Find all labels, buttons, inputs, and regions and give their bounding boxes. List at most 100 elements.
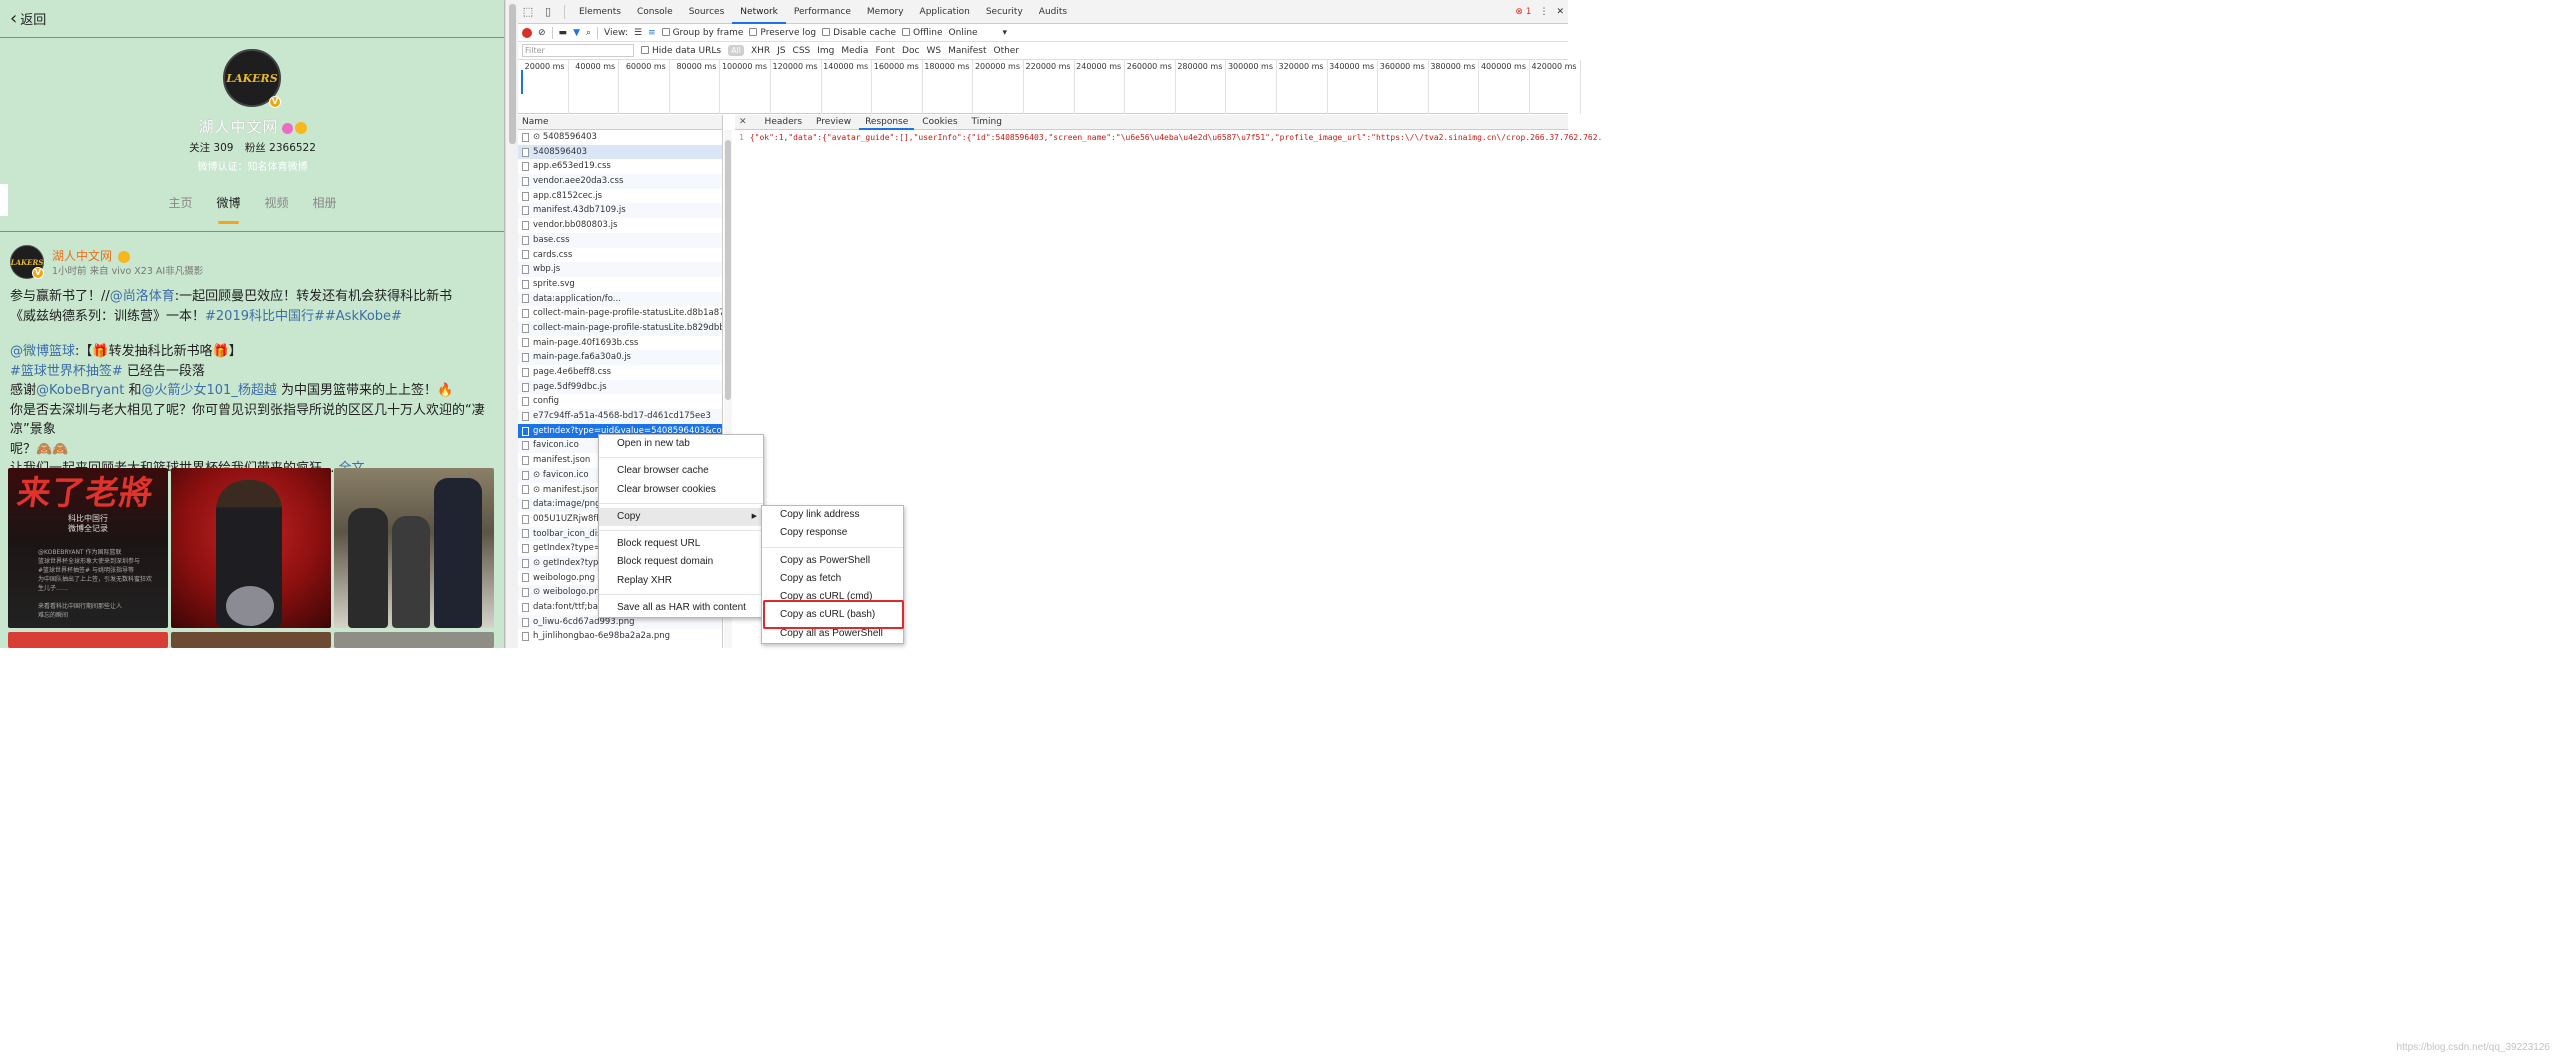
filter-ws[interactable]: WS [926, 46, 941, 56]
response-body[interactable]: 1 {"ok":1,"data":{"avatar_guide":[],"user… [735, 130, 1602, 145]
hide-data-urls-checkbox[interactable]: Hide data URLs [641, 46, 721, 56]
tab-memory[interactable]: Memory [859, 0, 912, 24]
tab-headers[interactable]: Headers [759, 115, 808, 130]
tab-preview[interactable]: Preview [810, 115, 857, 130]
post-image-1[interactable]: 来了老將 科比中国行 微博全记录 @KOBEBRYANT 作为国际篮联 篮球世界… [8, 468, 168, 628]
filter-all[interactable]: All [728, 45, 744, 56]
menu-open-in-new-tab[interactable]: Open in new tab [599, 435, 763, 453]
menu-save-all-har[interactable]: Save all as HAR with content [599, 599, 763, 617]
mention-link[interactable]: @火箭少女101_杨超越 [142, 383, 277, 398]
mention-link[interactable]: @微博篮球 [10, 344, 75, 359]
tab-weibo[interactable]: 微博 [216, 194, 241, 224]
request-row[interactable]: collect-main-page-profile-statusLite.d8b… [518, 306, 722, 321]
filter-js[interactable]: JS [777, 46, 785, 56]
back-chevron-icon[interactable]: ‹ [10, 9, 17, 28]
post-image-3[interactable] [334, 468, 494, 628]
filter-manifest[interactable]: Manifest [948, 46, 986, 56]
filter-img[interactable]: Img [817, 46, 834, 56]
filter-xhr[interactable]: XHR [751, 46, 770, 56]
filter-css[interactable]: CSS [793, 46, 811, 56]
record-icon[interactable] [522, 27, 532, 38]
tab-cookies[interactable]: Cookies [916, 115, 963, 130]
request-row[interactable]: page.5df99dbc.js [518, 379, 722, 395]
hashtag-link[interactable]: #篮球世界杯抽签# [10, 364, 123, 379]
disable-cache-checkbox[interactable]: Disable cache [822, 28, 896, 38]
column-header-name[interactable]: Name [518, 115, 722, 130]
post-image-4[interactable] [8, 632, 168, 648]
search-icon[interactable]: ⌕ [586, 28, 591, 38]
request-row[interactable]: cards.css [518, 248, 722, 263]
mention-link[interactable]: @KobeBryant [36, 383, 124, 398]
request-row[interactable]: e77c94ff-a51a-4568-bd17-d461cd175ee3 [518, 409, 722, 424]
menu-copy[interactable]: Copy ▶ [599, 507, 763, 527]
close-detail-icon[interactable]: ✕ [739, 117, 747, 127]
menu-copy-response[interactable]: Copy response [762, 524, 903, 542]
request-row[interactable]: sprite.svg [518, 277, 722, 292]
filter-icon[interactable]: ▼ [573, 28, 580, 38]
throttle-select[interactable]: Online ▾ [949, 28, 1007, 38]
menu-clear-browser-cache[interactable]: Clear browser cache [599, 462, 763, 480]
inspect-element-icon[interactable]: ⬚ [518, 5, 538, 18]
request-row[interactable]: ⊙ 5408596403 [518, 130, 722, 145]
tab-album[interactable]: 相册 [313, 194, 337, 224]
page-scrollbar[interactable] [505, 0, 518, 648]
filter-input[interactable]: Filter [522, 44, 634, 57]
menu-block-request-url[interactable]: Block request URL [599, 535, 763, 553]
menu-copy-link-address[interactable]: Copy link address [762, 506, 903, 524]
tab-security[interactable]: Security [978, 0, 1031, 24]
preserve-log-checkbox[interactable]: Preserve log [749, 28, 816, 38]
request-row[interactable]: vendor.bb080803.js [518, 218, 722, 233]
menu-copy-as-powershell[interactable]: Copy as PowerShell [762, 552, 903, 570]
kebab-menu-icon[interactable]: ⋮ [1539, 7, 1548, 17]
tab-home[interactable]: 主页 [168, 194, 192, 224]
network-timeline-overview[interactable]: 20000 ms 40000 ms 60000 ms 80000 ms 100000 m… [518, 60, 1581, 114]
tab-video[interactable]: 视频 [265, 194, 289, 224]
tab-network[interactable]: Network [732, 0, 786, 24]
tab-audits[interactable]: Audits [1031, 0, 1075, 24]
clear-icon[interactable]: ⊘ [538, 28, 546, 38]
post-image-6[interactable] [334, 632, 494, 648]
close-icon[interactable]: ✕ [1556, 7, 1564, 17]
mention-link[interactable]: @尚洛体育 [110, 289, 175, 304]
request-row[interactable]: collect-main-page-profile-statusLite.b82… [518, 320, 722, 336]
post-image-5[interactable] [171, 632, 331, 648]
error-count-badge[interactable]: ⊗ 1 [1515, 7, 1531, 17]
hashtag-link[interactable]: #2019科比中国行##AskKobe# [205, 309, 402, 324]
waterfall-icon[interactable]: ≡ [648, 28, 656, 38]
offline-checkbox[interactable]: Offline [902, 28, 943, 38]
request-row[interactable]: main-page.fa6a30a0.js [518, 350, 722, 365]
request-row[interactable]: config [518, 394, 722, 409]
filter-doc[interactable]: Doc [902, 46, 919, 56]
tab-application[interactable]: Application [912, 0, 978, 24]
tab-performance[interactable]: Performance [786, 0, 859, 24]
device-toolbar-icon[interactable]: ▯ [538, 5, 558, 18]
tab-elements[interactable]: Elements [571, 0, 629, 24]
post-image-2[interactable] [171, 468, 331, 628]
menu-copy-as-fetch[interactable]: Copy as fetch [762, 570, 903, 588]
filter-media[interactable]: Media [841, 46, 868, 56]
filter-other[interactable]: Other [993, 46, 1019, 56]
request-row[interactable]: main-page.40f1693b.css [518, 336, 722, 351]
tab-response[interactable]: Response [859, 115, 915, 130]
followers-count[interactable]: 粉丝 2366522 [245, 142, 316, 154]
request-row[interactable]: base.css [518, 232, 722, 248]
request-row[interactable]: manifest.43db7109.js [518, 203, 722, 219]
request-row[interactable]: page.4e6beff8.css [518, 365, 722, 380]
screenshot-icon[interactable]: ▬ [559, 28, 568, 38]
filter-font[interactable]: Font [875, 46, 895, 56]
request-row[interactable]: data:application/fo... [518, 291, 722, 307]
request-row[interactable]: wbp.js [518, 262, 722, 277]
request-row[interactable]: app.c8152cec.js [518, 189, 722, 204]
request-row[interactable]: 5408596403 [518, 144, 722, 160]
tab-sources[interactable]: Sources [681, 0, 733, 24]
menu-block-request-domain[interactable]: Block request domain [599, 553, 763, 571]
group-by-frame-checkbox[interactable]: Group by frame [661, 28, 743, 38]
request-row[interactable]: h_jinlihongbao-6e98ba2a2a.png [518, 629, 722, 644]
tab-console[interactable]: Console [629, 0, 681, 24]
post-author-name[interactable]: 湖人中文网 [52, 247, 130, 264]
large-rows-icon[interactable]: ☰ [634, 28, 642, 38]
menu-replay-xhr[interactable]: Replay XHR [599, 572, 763, 590]
following-count[interactable]: 关注 309 [189, 142, 233, 154]
request-row[interactable]: app.e653ed19.css [518, 159, 722, 174]
tab-timing[interactable]: Timing [966, 115, 1008, 130]
